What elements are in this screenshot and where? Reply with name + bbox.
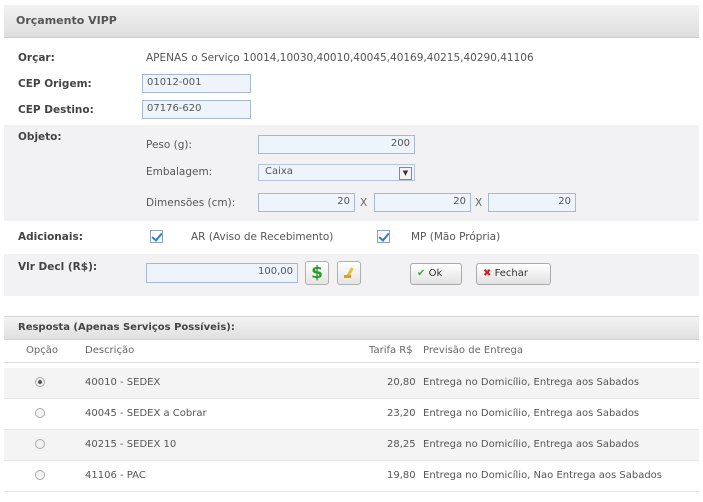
cep-origem-row: CEP Origem: 01012-001 [4, 72, 699, 96]
results-title: Resposta (Apenas Serviços Possíveis): [18, 322, 235, 333]
option-radio[interactable] [35, 439, 45, 449]
row-previsao: Entrega no Domicílio, Entrega aos Sabado… [423, 439, 640, 450]
table-row[interactable]: 41106 - PAC 19,80 Entrega no Domicílio, … [4, 461, 699, 492]
embalagem-select[interactable]: Caixa ▼ [258, 164, 415, 181]
adicionais-row: Adicionais: AR (Aviso de Recebimento) MP… [4, 223, 699, 251]
row-tarifa: 28,25 [387, 439, 416, 450]
vlr-decl-label: Vlr Decl (R$): [18, 261, 98, 273]
row-previsao: Entrega no Domicílio, Nao Entrega aos Sa… [423, 470, 662, 481]
col-tarifa: Tarifa R$ [369, 345, 413, 356]
ok-label: Ok [428, 268, 443, 279]
dim-largura-input[interactable]: 20 [374, 193, 471, 212]
orcar-row: Orçar: APENAS o Serviço 10014,10030,4001… [4, 42, 699, 72]
fechar-label: Fechar [494, 268, 529, 279]
cep-destino-row: CEP Destino: 07176-620 [4, 98, 699, 122]
peso-label: Peso (g): [146, 139, 193, 151]
clear-icon[interactable] [337, 261, 361, 285]
adicionais-label: Adicionais: [18, 231, 83, 243]
embalagem-label: Embalagem: [146, 166, 213, 178]
row-previsao: Entrega no Domicílio, Entrega aos Sabado… [423, 408, 640, 419]
row-tarifa: 23,20 [387, 408, 416, 419]
row-previsao: Entrega no Domicílio, Entrega aos Sabado… [423, 377, 640, 388]
dim-comprimento-input[interactable]: 20 [488, 193, 576, 212]
row-tarifa: 20,80 [387, 377, 416, 388]
ar-label: AR (Aviso de Recebimento) [191, 231, 334, 243]
dropdown-arrow-icon[interactable]: ▼ [399, 167, 412, 180]
fechar-button[interactable]: ✖ Fechar [476, 263, 551, 285]
table-row[interactable]: 40010 - SEDEX 20,80 Entrega no Domicílio… [4, 368, 699, 399]
mp-checkbox[interactable] [377, 230, 390, 243]
vlr-decl-input[interactable]: 100,00 [146, 263, 298, 283]
cep-origem-label: CEP Origem: [18, 78, 92, 90]
mp-label: MP (Mão Própria) [411, 231, 501, 243]
money-icon[interactable]: $ [305, 261, 329, 285]
option-radio[interactable] [35, 377, 45, 387]
window-title: Orçamento VIPP [16, 14, 117, 27]
objeto-label: Objeto: [18, 131, 62, 143]
table-row[interactable]: 40215 - SEDEX 10 28,25 Entrega no Domicí… [4, 430, 699, 461]
row-descricao: 40010 - SEDEX [85, 377, 161, 388]
close-icon: ✖ [483, 268, 492, 279]
col-descricao: Descrição [85, 345, 135, 356]
cep-origem-input[interactable]: 01012-001 [142, 74, 251, 93]
dim-altura-input[interactable]: 20 [258, 193, 355, 212]
row-descricao: 40215 - SEDEX 10 [85, 439, 177, 450]
col-previsao: Previsão de Entrega [423, 345, 524, 356]
embalagem-value: Caixa [265, 166, 293, 177]
row-tarifa: 19,80 [387, 470, 416, 481]
table-row[interactable]: 40045 - SEDEX a Cobrar 23,20 Entrega no … [4, 399, 699, 430]
col-opcao: Opção [26, 345, 58, 356]
orcar-value: APENAS o Serviço 10014,10030,40010,40045… [146, 52, 534, 64]
objeto-section: Objeto: Peso (g): 200 Embalagem: Caixa ▼… [4, 125, 699, 221]
orcar-label: Orçar: [18, 52, 55, 64]
check-icon: ✔ [417, 268, 426, 279]
option-radio[interactable] [35, 470, 45, 480]
dim-x-separator: X [475, 197, 483, 209]
results-section-title: Resposta (Apenas Serviços Possíveis): [4, 316, 699, 340]
peso-input[interactable]: 200 [258, 135, 415, 154]
cep-destino-input[interactable]: 07176-620 [142, 100, 251, 119]
results-table-header: Opção Descrição Tarifa R$ Previsão de En… [4, 340, 699, 363]
option-radio[interactable] [35, 408, 45, 418]
vlr-decl-row: Vlr Decl (R$): 100,00 $ ✔ Ok ✖ Fechar [4, 254, 699, 296]
dim-x-separator: X [360, 197, 368, 209]
ar-checkbox[interactable] [150, 230, 163, 243]
row-descricao: 41106 - PAC [85, 470, 146, 481]
window-titlebar: Orçamento VIPP [4, 5, 699, 38]
cep-destino-label: CEP Destino: [18, 104, 94, 116]
row-descricao: 40045 - SEDEX a Cobrar [85, 408, 207, 419]
dimensoes-label: Dimensões (cm): [146, 197, 236, 209]
ok-button[interactable]: ✔ Ok [410, 263, 462, 285]
